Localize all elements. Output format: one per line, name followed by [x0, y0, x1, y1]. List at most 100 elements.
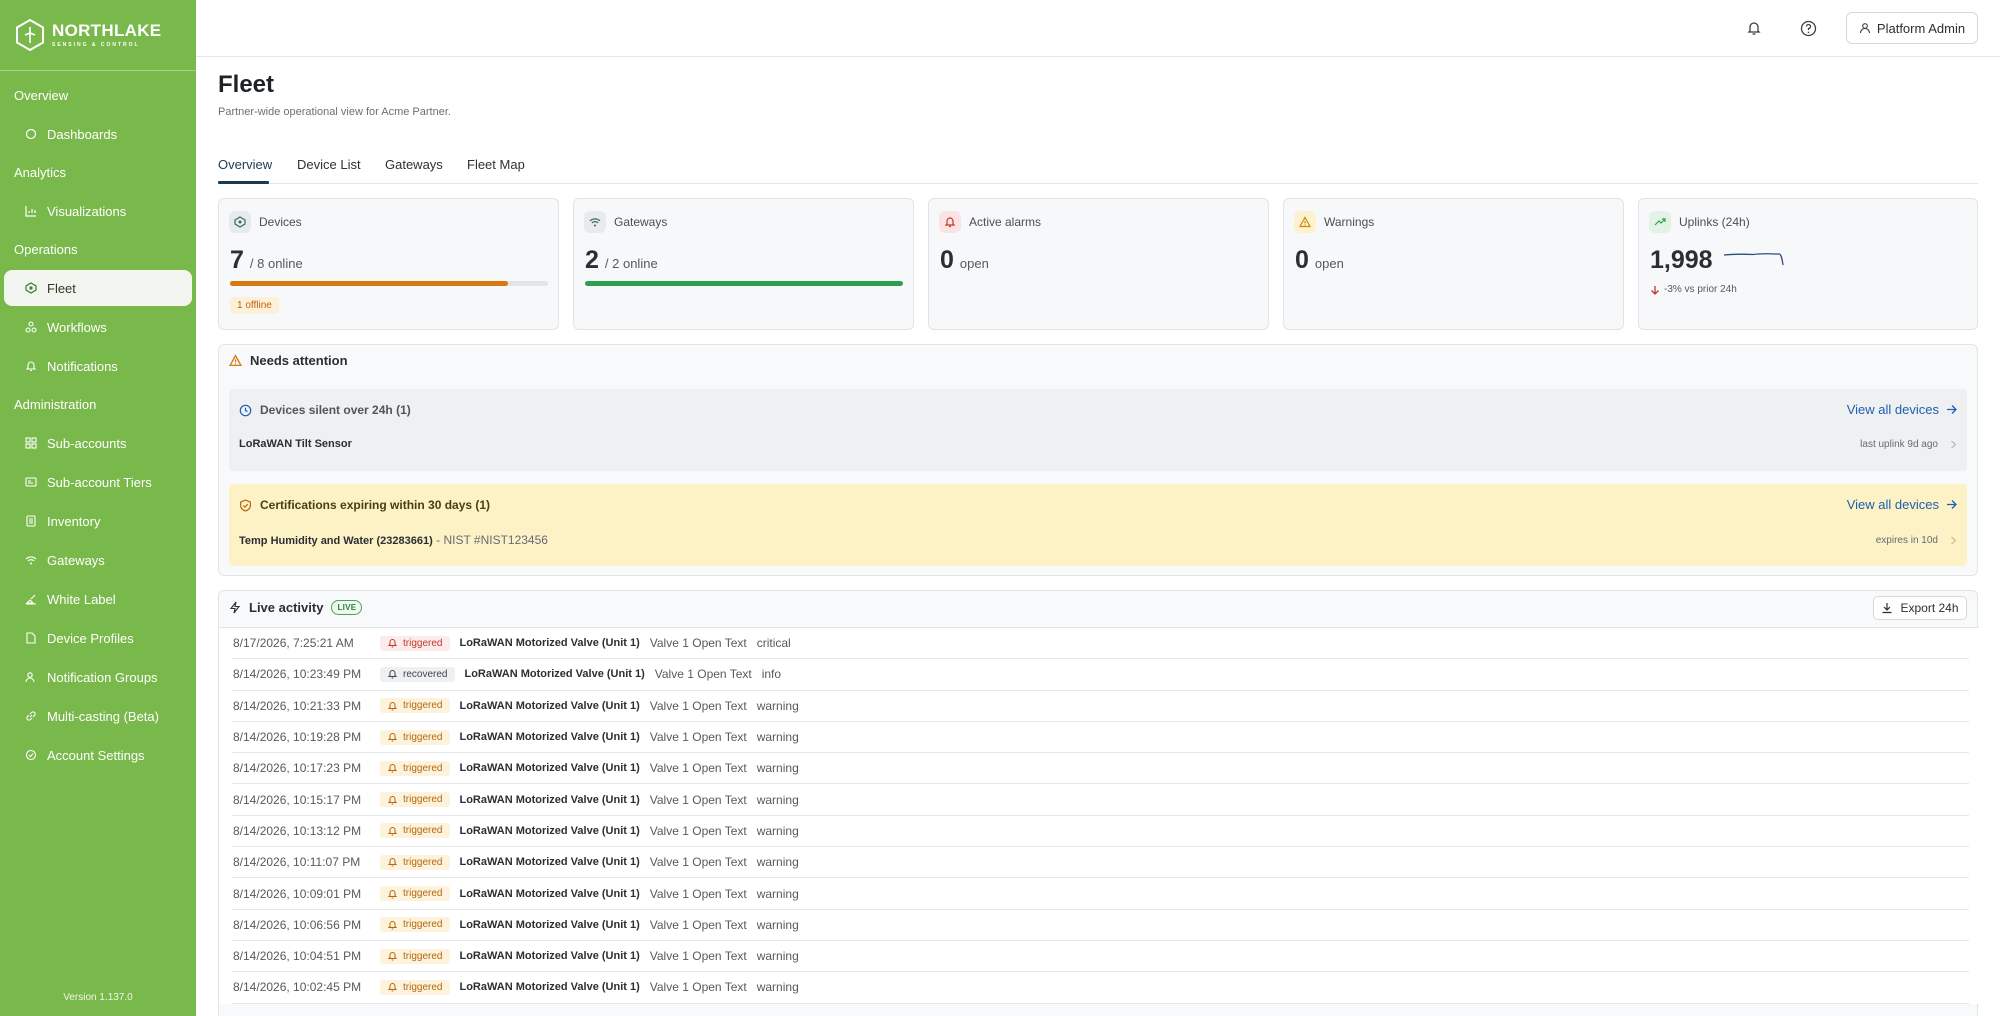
sidebar-item-dashboards[interactable]: Dashboards: [4, 116, 192, 152]
help-icon[interactable]: [1798, 18, 1818, 38]
warnings-card-label: Warnings: [1324, 215, 1375, 229]
devices-online-count: 7: [230, 246, 244, 274]
arrow-right-icon: [1946, 499, 1957, 510]
wifi-icon: [25, 554, 37, 566]
warnings-card[interactable]: Warnings 0 open: [1283, 198, 1624, 330]
brand-tagline: SENSING & CONTROL: [52, 42, 140, 48]
user-menu-button[interactable]: Platform Admin: [1846, 12, 1978, 44]
activity-status-badge: triggered: [380, 979, 451, 995]
gateways-card[interactable]: Gateways 2 / 2 online: [573, 198, 914, 330]
activity-status-badge: triggered: [380, 760, 451, 776]
active-alarms-card[interactable]: Active alarms 0 open: [928, 198, 1269, 330]
dashboard-icon: [25, 128, 37, 140]
sidebar-item-gateways[interactable]: Gateways: [4, 542, 192, 578]
clipboard-icon: [25, 515, 37, 527]
activity-device: LoRaWAN Motorized Valve (Unit 1): [459, 731, 640, 744]
activity-list: 8/17/2026, 7:25:21 AM triggered LoRaWAN Mo…: [219, 627, 1979, 1004]
users-icon: [25, 671, 37, 683]
activity-message: Valve 1 Open Text: [649, 636, 747, 651]
chevron-right-icon[interactable]: [1950, 440, 1957, 449]
devices-card-label: Devices: [259, 215, 302, 229]
sidebar-item-inventory[interactable]: Inventory: [4, 503, 192, 539]
sidebar-item-label: Device Profiles: [47, 630, 134, 646]
activity-row[interactable]: 8/14/2026, 10:19:28 PM triggered LoRaWAN M…: [232, 722, 1969, 754]
tab-gateways[interactable]: Gateways: [385, 157, 443, 172]
sidebar-item-white-label[interactable]: White Label: [4, 581, 192, 617]
tab-device-list[interactable]: Device List: [297, 157, 361, 172]
activity-status-badge: triggered: [380, 698, 451, 714]
file-icon: [25, 632, 37, 644]
paint-icon: [25, 593, 37, 605]
activity-status-badge: triggered: [380, 729, 451, 745]
sidebar-item-label: Fleet: [47, 280, 76, 296]
brand-name: NORTHLAKE: [52, 21, 162, 40]
activity-row[interactable]: 8/14/2026, 10:21:33 PM triggered LoRaWAN M…: [232, 691, 1969, 722]
activity-row[interactable]: 8/14/2026, 10:17:23 PM triggered LoRaWAN M…: [232, 753, 1969, 785]
id-card-icon: [25, 476, 37, 488]
export-button[interactable]: Export 24h: [1873, 596, 1967, 620]
gateways-progress-bar: [585, 281, 903, 286]
activity-status-badge: recovered: [380, 666, 456, 682]
activity-device: LoRaWAN Motorized Valve (Unit 1): [459, 637, 640, 650]
devices-card[interactable]: Devices 7 / 8 online 1 offline: [218, 198, 559, 330]
activity-row[interactable]: 8/14/2026, 10:06:56 PM triggered LoRaWAN M…: [232, 910, 1969, 941]
sidebar-item-visualizations[interactable]: Visualizations: [4, 193, 192, 229]
nav-section-overview: Overview: [14, 88, 69, 103]
tab-fleet-map[interactable]: Fleet Map: [467, 157, 525, 172]
silent-devices-section: Devices silent over 24h (1) View all dev…: [229, 389, 1967, 471]
activity-row[interactable]: 8/14/2026, 10:02:45 PM triggered LoRaWAN M…: [232, 972, 1969, 1004]
bell-icon: [388, 795, 397, 805]
activity-status-label: triggered: [403, 856, 443, 868]
activity-row[interactable]: 8/14/2026, 10:09:01 PM triggered LoRaWAN M…: [232, 878, 1969, 910]
bell-icon: [388, 732, 397, 742]
sidebar-item-notifications[interactable]: Notifications: [4, 348, 192, 384]
activity-severity: warning: [756, 886, 799, 901]
hexagon-logo-icon: [16, 19, 44, 51]
activity-row[interactable]: 8/14/2026, 10:23:49 PM recovered LoRaWAN M…: [232, 659, 1969, 691]
sidebar-item-sub-accounts[interactable]: Sub-accounts: [4, 425, 192, 461]
nav-section-operations: Operations: [14, 242, 78, 257]
user-icon: [1859, 22, 1871, 34]
certification-device-row[interactable]: Temp Humidity and Water (23283661) - NIS…: [239, 533, 548, 547]
warnings-count: 0: [1295, 246, 1309, 274]
sidebar-item-notification-groups[interactable]: Notification Groups: [4, 659, 192, 695]
tab-overview[interactable]: Overview: [218, 157, 272, 172]
certification-expiry: expires in 10d: [1875, 535, 1938, 546]
activity-status-label: triggered: [403, 825, 443, 837]
silent-device-row[interactable]: LoRaWAN Tilt Sensor: [239, 438, 352, 450]
brand-logo[interactable]: NORTHLAKE SENSING & CONTROL: [0, 0, 196, 71]
sidebar-item-device-profiles[interactable]: Device Profiles: [4, 620, 192, 656]
sidebar-item-sub-account-tiers[interactable]: Sub-account Tiers: [4, 464, 192, 500]
activity-row[interactable]: 8/14/2026, 10:15:17 PM triggered LoRaWAN M…: [232, 784, 1969, 816]
sidebar-item-multi-casting[interactable]: Multi-casting (Beta): [4, 698, 192, 734]
link-icon: [25, 710, 37, 722]
alarm-bell-icon: [939, 211, 961, 233]
activity-row[interactable]: 8/14/2026, 10:11:07 PM triggered LoRaWAN M…: [232, 847, 1969, 879]
gateways-card-label: Gateways: [614, 215, 668, 229]
view-all-devices-link[interactable]: View all devices: [1847, 402, 1957, 417]
sidebar-item-workflows[interactable]: Workflows: [4, 309, 192, 345]
activity-time: 8/17/2026, 7:25:21 AM: [233, 636, 354, 651]
uplinks-card[interactable]: Uplinks (24h) 1,998 -3% vs prior 24h: [1638, 198, 1978, 330]
activity-time: 8/14/2026, 10:02:45 PM: [233, 980, 362, 995]
activity-time: 8/14/2026, 10:06:56 PM: [233, 917, 362, 932]
sidebar-item-fleet[interactable]: Fleet: [4, 270, 192, 306]
alarms-suffix: open: [959, 256, 989, 271]
active-tab-indicator: [218, 181, 269, 184]
activity-row[interactable]: 8/14/2026, 10:04:51 PM triggered LoRaWAN M…: [232, 941, 1969, 973]
activity-message: Valve 1 Open Text: [649, 980, 747, 995]
activity-row[interactable]: 8/17/2026, 7:25:21 AM triggered LoRaWAN Mo…: [232, 628, 1969, 660]
activity-row[interactable]: 8/14/2026, 10:13:12 PM triggered LoRaWAN M…: [232, 816, 1969, 848]
devices-total: / 8 online: [249, 256, 303, 271]
bell-icon: [388, 763, 397, 773]
activity-severity: warning: [756, 823, 799, 838]
bell-icon: [388, 701, 397, 711]
bell-icon: [388, 638, 397, 648]
tabs-divider: [218, 183, 1978, 184]
chart-icon: [25, 205, 37, 217]
bell-icon[interactable]: [1744, 18, 1764, 38]
chevron-right-icon[interactable]: [1950, 536, 1957, 545]
activity-time: 8/14/2026, 10:04:51 PM: [233, 949, 362, 964]
sidebar-item-account-settings[interactable]: Account Settings: [4, 737, 192, 773]
view-all-devices-link[interactable]: View all devices: [1847, 497, 1957, 512]
